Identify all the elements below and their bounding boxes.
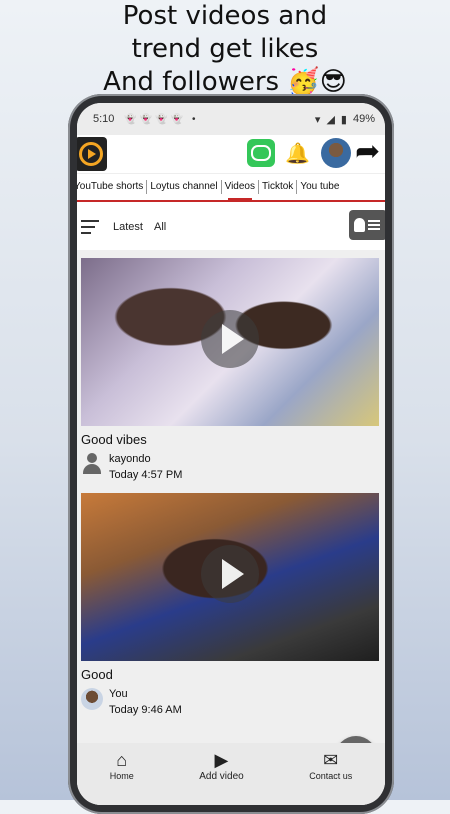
battery-level: 49% [352, 113, 375, 125]
notification-icons: 👻👻👻👻 • [124, 113, 199, 125]
filter-label[interactable]: Latest All [113, 221, 166, 233]
nav-contact[interactable]: ✉ Contact us [309, 749, 352, 781]
author-name: You [109, 688, 128, 700]
home-icon: ⌂ [116, 750, 128, 770]
video-thumbnail[interactable] [81, 258, 379, 426]
promo-line-1: Post videos and [122, 1, 328, 31]
avatar [81, 688, 103, 710]
play-icon[interactable] [201, 310, 259, 368]
tab-ticktok[interactable]: Ticktok [259, 180, 298, 194]
tab-loytus-channel[interactable]: Loytus channel [147, 180, 222, 194]
user-icon [81, 453, 103, 475]
list-item[interactable]: Good You Today 9:46 AM [81, 493, 381, 718]
video-thumbnail[interactable] [81, 493, 379, 661]
tab-videos[interactable]: Videos [222, 180, 259, 200]
filter-icon[interactable] [81, 220, 99, 234]
wifi-icon: ▾ [314, 113, 321, 126]
app-screen: 5:10 👻👻👻👻 • ▾ ◢ ▮ 49% 🔔 ➦ YouTube shorts… [77, 103, 385, 805]
share-icon[interactable]: ➦ [355, 137, 380, 167]
status-time: 5:10 [93, 113, 115, 125]
author-name: kayondo [109, 453, 151, 465]
app-logo-icon[interactable] [77, 137, 107, 171]
filter-all: All [154, 221, 167, 233]
video-add-icon: ▶ [214, 750, 229, 770]
post-author: kayondo Today 4:57 PM [81, 451, 381, 483]
nav-home[interactable]: ⌂ Home [110, 749, 134, 781]
battery-icon: ▮ [340, 113, 347, 126]
signal-icon: ◢ [326, 113, 335, 126]
post-time: Today 4:57 PM [109, 469, 183, 481]
nav-contact-label: Contact us [309, 771, 353, 781]
category-tabs: YouTube shorts Loytus channel Videos Tic… [77, 174, 385, 202]
profile-card-icon[interactable] [349, 210, 385, 240]
mail-icon: ✉ [323, 750, 339, 770]
tab-youtube-shorts[interactable]: YouTube shorts [77, 180, 148, 194]
nav-add-video-label: Add video [199, 771, 244, 782]
promo-headline: Post videos and trend get likes And foll… [0, 0, 450, 99]
list-item[interactable]: Good vibes kayondo Today 4:57 PM [81, 258, 381, 483]
filter-latest: Latest [113, 221, 143, 233]
promo-line-2: trend get likes [131, 34, 319, 64]
status-right: ▾ ◢ ▮ 49% [315, 113, 375, 126]
post-title: Good [81, 667, 113, 682]
post-author: You Today 9:46 AM [81, 686, 381, 718]
tab-you-tube[interactable]: You tube [297, 180, 342, 194]
bell-icon[interactable]: 🔔 [285, 141, 310, 166]
post-time: Today 9:46 AM [109, 704, 182, 716]
nav-add-video[interactable]: ▶ Add video [199, 749, 243, 782]
filter-bar: Latest All [77, 204, 385, 250]
nav-home-label: Home [109, 771, 134, 781]
status-bar: 5:10 👻👻👻👻 • ▾ ◢ ▮ 49% [77, 103, 385, 135]
bottom-navigation: ⌂ Home ▶ Add video ✉ Contact us [77, 743, 385, 805]
phone-frame: 5:10 👻👻👻👻 • ▾ ◢ ▮ 49% 🔔 ➦ YouTube shorts… [68, 94, 394, 814]
avatar[interactable] [321, 138, 351, 168]
app-toolbar: 🔔 ➦ [77, 135, 385, 174]
video-feed: Good vibes kayondo Today 4:57 PM Good Yo… [77, 250, 385, 805]
play-icon[interactable] [201, 545, 259, 603]
post-title: Good vibes [81, 432, 147, 447]
chat-icon[interactable] [247, 139, 275, 167]
